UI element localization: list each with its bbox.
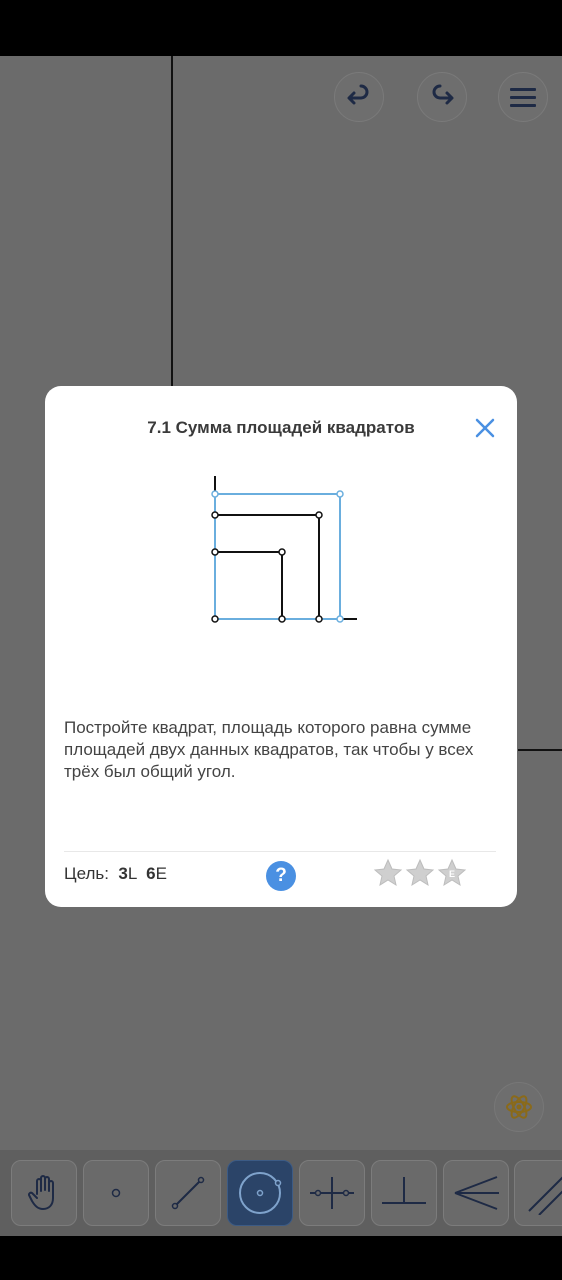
undo-icon (347, 84, 369, 105)
goal-label: Цель: (64, 864, 109, 883)
level-description: Постройте квадрат, площадь которого равн… (64, 718, 474, 781)
system-navigation-bar (0, 1236, 562, 1280)
circle-icon (239, 1172, 282, 1214)
star-badge: E (448, 869, 455, 879)
hamburger-menu-icon (510, 83, 536, 112)
undo-button[interactable] (334, 72, 384, 122)
tool-line[interactable] (155, 1160, 221, 1226)
angle-bisector-icon (454, 1176, 499, 1210)
dialog-title: 7.1 Сумма площадей квадратов (147, 418, 415, 437)
tool-circle[interactable] (227, 1160, 293, 1226)
tool-angle-bisector[interactable] (443, 1160, 509, 1226)
redo-icon (432, 84, 454, 105)
star-icon: E (437, 858, 467, 892)
point-icon (111, 1188, 121, 1198)
goal-e-unit: E (155, 864, 167, 883)
line-icon (171, 1176, 205, 1210)
goal-text: Цель: 3L 6E (64, 864, 167, 884)
divider (64, 851, 496, 852)
goal-l-unit: L (127, 864, 137, 883)
canvas-vertical-line (171, 56, 173, 386)
perpendicular-bisector-icon (310, 1177, 354, 1209)
goal-e-count: 6 (146, 864, 156, 883)
menu-button[interactable] (498, 72, 548, 122)
goal-l-count: 3 (118, 864, 128, 883)
help-button[interactable]: ? (266, 861, 296, 891)
tool-hand[interactable] (11, 1160, 77, 1226)
redo-button[interactable] (417, 72, 467, 122)
star-icon (405, 858, 435, 892)
close-button[interactable] (469, 412, 501, 444)
tool-perpendicular-bisector[interactable] (299, 1160, 365, 1226)
star-rating: E (373, 858, 467, 892)
close-icon (475, 418, 495, 438)
hand-icon (28, 1175, 54, 1210)
star-icon (373, 858, 403, 892)
atom-icon (506, 1095, 532, 1119)
tool-perpendicular[interactable] (371, 1160, 437, 1226)
tool-parallel[interactable] (514, 1160, 562, 1226)
level-illustration (211, 476, 357, 623)
parallel-icon (528, 1176, 562, 1215)
level-dialog: 7.1 Сумма площадей квадратов Постройте к… (45, 386, 517, 907)
atom-button[interactable] (494, 1082, 544, 1132)
tool-point[interactable] (83, 1160, 149, 1226)
perpendicular-icon (382, 1177, 426, 1204)
tool-bar (0, 1150, 562, 1236)
canvas-horizontal-line (518, 749, 562, 751)
status-bar (0, 0, 562, 56)
